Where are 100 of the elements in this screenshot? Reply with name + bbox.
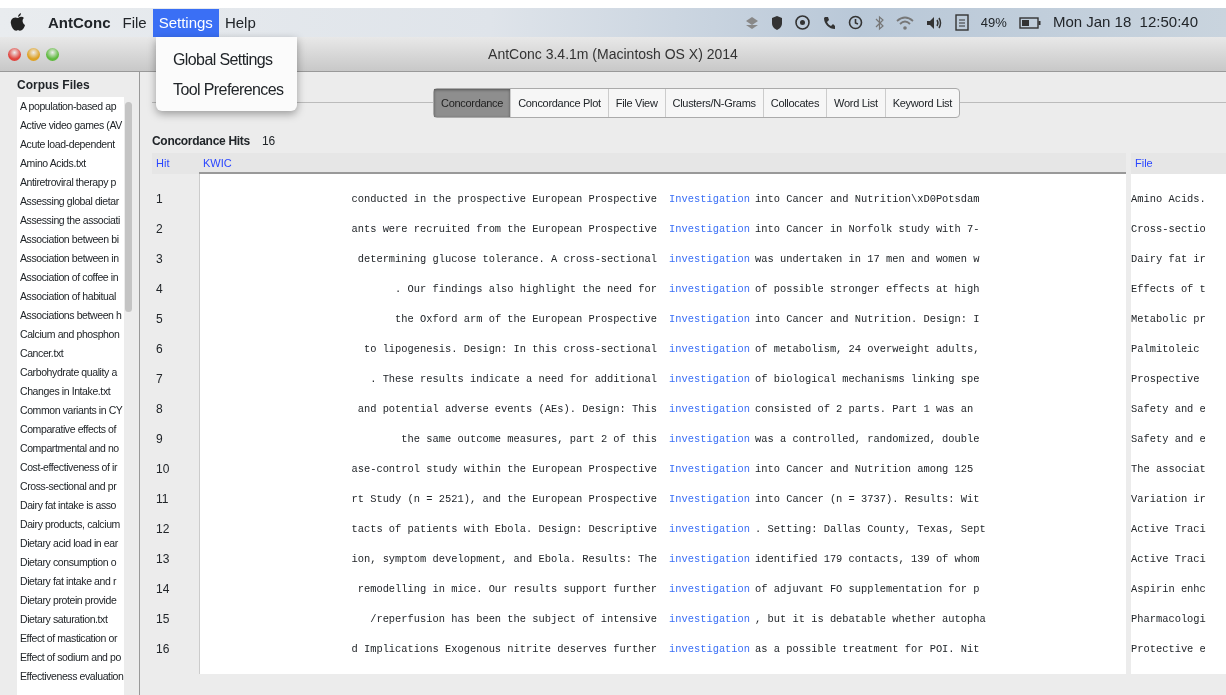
- file-item[interactable]: Cancer.txt: [20, 344, 124, 364]
- context-right: of adjuvant FO supplementation for p: [755, 582, 980, 597]
- file-item[interactable]: Effect of sodium and po: [20, 648, 124, 668]
- hit-number: 10: [155, 461, 171, 478]
- file-name: Metabolic pr: [1131, 312, 1207, 327]
- keyword: investigation: [669, 372, 751, 387]
- context-right: , but it is debatable whether autopha: [755, 612, 986, 627]
- keyword: investigation: [669, 642, 751, 657]
- file-item[interactable]: Compartmental and no: [20, 439, 124, 459]
- file-item[interactable]: Association of coffee in: [20, 268, 124, 288]
- tab[interactable]: Keyword List: [885, 89, 960, 117]
- file-item[interactable]: Dietary saturation.txt: [20, 610, 124, 630]
- file-item[interactable]: A population-based ap: [20, 97, 124, 117]
- keyword: investigation: [669, 582, 751, 597]
- volume-icon[interactable]: [925, 15, 943, 30]
- menu-item[interactable]: Settings: [152, 8, 219, 37]
- battery-icon[interactable]: [1018, 16, 1041, 29]
- context-left: ants were recruited from the European Prospective: [350, 222, 657, 237]
- file-item[interactable]: Changes in Intake.txt: [20, 382, 124, 402]
- keyword: Investigation: [669, 192, 751, 207]
- file-item[interactable]: Dietary fat intake and r: [20, 572, 124, 592]
- context-right: of possible stronger effects at high: [755, 282, 980, 297]
- hit-number: 4: [155, 281, 164, 298]
- tab[interactable]: Concordance Plot: [511, 89, 609, 117]
- file-item[interactable]: Dietary consumption o: [20, 553, 124, 573]
- hit-number: 13: [155, 551, 171, 568]
- file-item[interactable]: Association between in: [20, 249, 124, 269]
- context-right: . Setting: Dallas County, Texas, Sept: [755, 522, 986, 537]
- tab[interactable]: File View: [608, 89, 666, 117]
- column-header[interactable]: KWIC: [199, 157, 232, 169]
- file-item[interactable]: Common variants in CY: [20, 401, 124, 421]
- menu-option[interactable]: Tool Preferences: [173, 75, 284, 105]
- file-item[interactable]: Active video games (AV: [20, 116, 124, 136]
- file-item[interactable]: Calcium and phosphon: [20, 325, 124, 345]
- hit-number: 5: [155, 311, 164, 328]
- close-button[interactable]: [8, 47, 21, 61]
- file-item[interactable]: Dietary protein provide: [20, 591, 124, 611]
- hit-number: 3: [155, 251, 164, 268]
- file-name: The associat: [1131, 462, 1207, 477]
- shield-icon[interactable]: [770, 14, 783, 31]
- wifi-icon[interactable]: [895, 15, 914, 30]
- file-item[interactable]: Association between bi: [20, 230, 124, 250]
- file-item[interactable]: Acute load-dependent: [20, 135, 124, 155]
- column-header[interactable]: File: [1131, 157, 1153, 169]
- window-title: AntConc 3.4.1m (Macintosh OS X) 2014: [488, 44, 738, 64]
- hit-number: 12: [155, 521, 171, 538]
- file-item[interactable]: Assessing global dietar: [20, 192, 124, 212]
- file-item[interactable]: Cross-sectional and pr: [20, 477, 124, 497]
- context-left: to lipogenesis. Design: In this cross-sectional: [362, 342, 657, 357]
- file-item[interactable]: Association of habitual: [20, 287, 124, 307]
- phone-icon[interactable]: [821, 14, 836, 31]
- menu-option[interactable]: Global Settings: [173, 45, 284, 75]
- keyword: investigation: [669, 522, 751, 537]
- context-left: determining glucose tolerance. A cross-sectional: [356, 252, 657, 267]
- context-left: the same outcome measures, part 2 of this: [400, 432, 657, 447]
- file-name: Active Traci: [1131, 522, 1207, 537]
- file-item[interactable]: Antiretroviral therapy p: [20, 173, 124, 193]
- tab[interactable]: Clusters/N-Grams: [665, 89, 764, 117]
- sidebar-title: Corpus Files: [17, 78, 91, 93]
- hit-number: 14: [155, 581, 171, 598]
- keyword: investigation: [669, 432, 751, 447]
- battery-level: 49%: [980, 13, 1007, 32]
- context-right: was a controlled, randomized, double: [755, 432, 980, 447]
- file-item[interactable]: Comparative effects of: [20, 420, 124, 440]
- tab[interactable]: Concordance: [434, 89, 512, 117]
- context-right: into Cancer and Nutrition among 125: [755, 462, 974, 477]
- file-item[interactable]: Associations between h: [20, 306, 124, 326]
- menu-clock: Mon Jan 18 12:50:40: [1052, 12, 1198, 33]
- file-name: Aspirin enhc: [1131, 582, 1207, 597]
- file-name: Palmitoleic: [1131, 342, 1201, 357]
- file-item[interactable]: Cost-effectiveness of ir: [20, 458, 124, 478]
- tab[interactable]: Collocates: [763, 89, 828, 117]
- menu-item[interactable]: Help: [218, 8, 262, 37]
- file-item[interactable]: Effectiveness evaluation: [20, 667, 124, 687]
- file-name: Dairy fat ir: [1131, 252, 1207, 267]
- keyword: investigation: [669, 552, 751, 567]
- context-right: into Cancer and Nutrition\xD0Potsdam: [755, 192, 980, 207]
- apple-icon[interactable]: [10, 13, 26, 32]
- tab[interactable]: Word List: [827, 89, 886, 117]
- menu-item[interactable]: File: [116, 8, 153, 37]
- file-item[interactable]: Dairy fat intake is asso: [20, 496, 124, 516]
- scrollbar-thumb[interactable]: [125, 102, 132, 312]
- app-menu[interactable]: AntConc: [42, 8, 117, 37]
- file-item[interactable]: Carbohydrate quality a: [20, 363, 124, 383]
- file-item[interactable]: Amino Acids.txt: [20, 154, 124, 174]
- file-item[interactable]: Effect of mastication or: [20, 629, 124, 649]
- keyword: investigation: [669, 612, 751, 627]
- file-item[interactable]: Assessing the associati: [20, 211, 124, 231]
- keyword: investigation: [669, 402, 751, 417]
- file-name: Protective e: [1131, 642, 1207, 657]
- file-item[interactable]: Dairy products, calcium: [20, 515, 124, 535]
- file-item[interactable]: Dietary acid load in ear: [20, 534, 124, 554]
- hit-number: 8: [155, 401, 164, 418]
- file-name: Safety and e: [1131, 432, 1207, 447]
- context-left: . These results indicate a need for additional: [369, 372, 657, 387]
- hits-count: 16: [261, 133, 276, 150]
- context-left: tacts of patients with Ebola. Design: Descriptive: [350, 522, 657, 537]
- bluetooth-icon[interactable]: [874, 14, 884, 31]
- context-left: the Oxford arm of the European Prospective: [394, 312, 657, 327]
- keyword: investigation: [669, 282, 751, 297]
